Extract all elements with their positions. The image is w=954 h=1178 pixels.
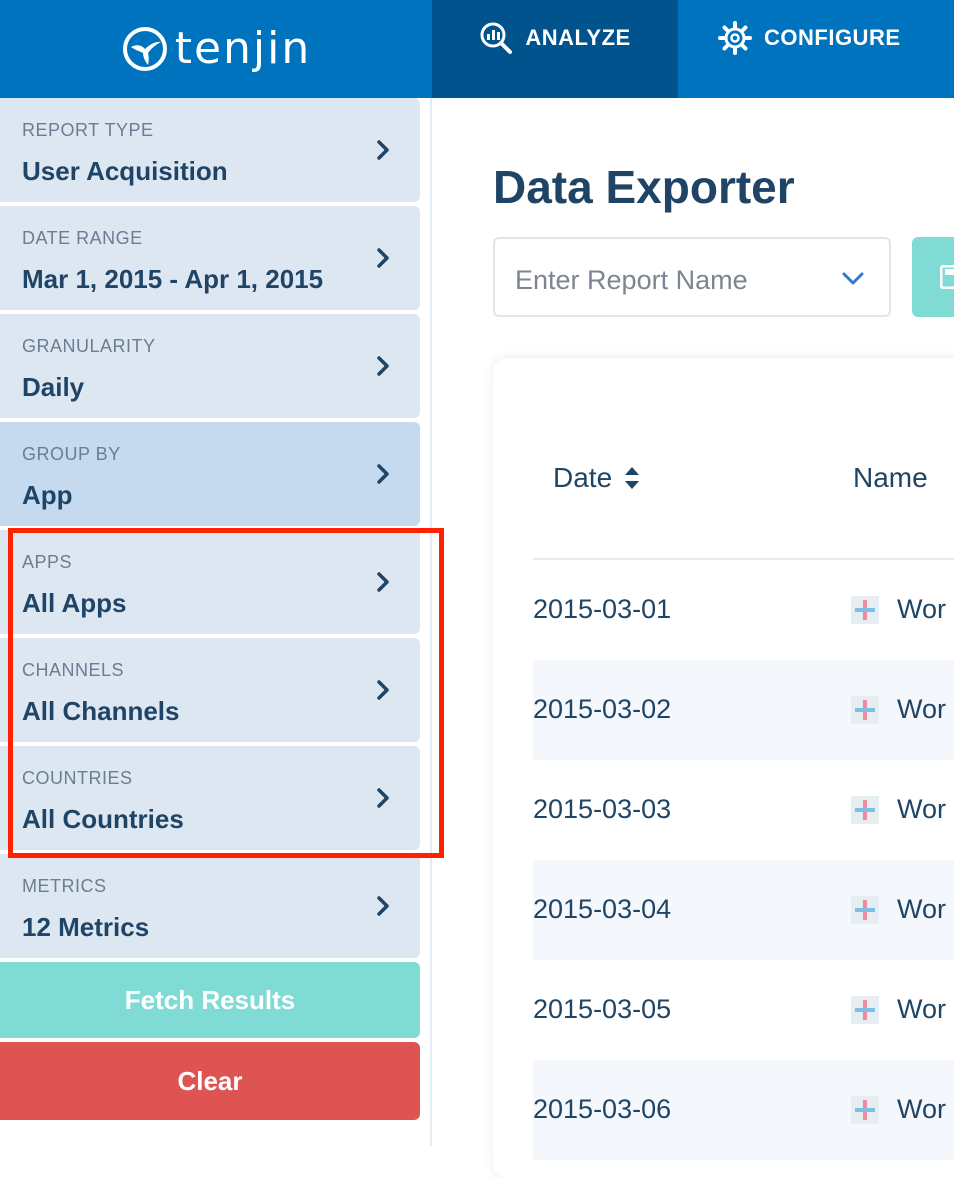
sort-icon[interactable] bbox=[624, 465, 640, 491]
tenjin-logo[interactable]: tenjin bbox=[0, 0, 432, 98]
filter-apps[interactable]: APPS All Apps bbox=[0, 530, 420, 634]
gear-icon bbox=[718, 21, 752, 55]
cell-date: 2015-03-06 bbox=[533, 1094, 672, 1124]
column-header-date-label: Date bbox=[553, 462, 613, 493]
column-header-name-label: Name bbox=[853, 462, 928, 493]
chevron-down-icon bbox=[842, 272, 864, 285]
cell-name-text: Wor bbox=[897, 994, 947, 1024]
table-row[interactable]: 2015-03-02 Wor bbox=[533, 660, 954, 760]
cell-name-text: Wor bbox=[897, 594, 947, 624]
app-icon bbox=[851, 595, 879, 624]
tab-configure[interactable]: CONFIGURE bbox=[678, 0, 954, 98]
chevron-right-icon bbox=[377, 788, 389, 808]
filter-label: DATE RANGE bbox=[22, 228, 143, 248]
results-table: Date Name 2015-03-01 Wor 2015-03-02 Wor … bbox=[493, 358, 954, 1178]
app-icon bbox=[851, 695, 879, 724]
cell-date: 2015-03-04 bbox=[533, 894, 672, 924]
filter-label: GROUP BY bbox=[22, 444, 121, 464]
filter-value: Daily bbox=[22, 372, 85, 402]
filter-countries[interactable]: COUNTRIES All Countries bbox=[0, 746, 420, 850]
filter-metrics[interactable]: METRICS 12 Metrics bbox=[0, 854, 420, 958]
save-icon bbox=[940, 265, 954, 289]
chevron-right-icon bbox=[377, 572, 389, 592]
filter-value: App bbox=[22, 480, 73, 510]
brand-name: tenjin bbox=[174, 23, 312, 74]
column-header-name[interactable]: Name bbox=[853, 462, 928, 494]
chevron-right-icon bbox=[377, 140, 389, 160]
cell-name-text: Wor bbox=[897, 694, 947, 724]
app-icon bbox=[851, 1095, 879, 1124]
table-row[interactable]: 2015-03-04 Wor bbox=[533, 860, 954, 960]
clear-button[interactable]: Clear bbox=[0, 1042, 420, 1120]
table-row[interactable]: 2015-03-03 Wor bbox=[533, 760, 954, 860]
cell-name: Wor bbox=[851, 794, 946, 825]
report-name-placeholder: Enter Report Name bbox=[515, 265, 748, 295]
tab-analyze[interactable]: ANALYZE bbox=[432, 0, 678, 98]
chevron-right-icon bbox=[377, 680, 389, 700]
fetch-results-button[interactable]: Fetch Results bbox=[0, 962, 420, 1038]
app-icon bbox=[851, 895, 879, 924]
logo-mark-icon bbox=[122, 27, 167, 71]
chevron-right-icon bbox=[377, 248, 389, 268]
filter-report-type[interactable]: REPORT TYPE User Acquisition bbox=[0, 98, 420, 202]
chevron-right-icon bbox=[377, 356, 389, 376]
filter-label: CHANNELS bbox=[22, 660, 125, 680]
analyze-icon bbox=[480, 22, 513, 54]
filter-value: 12 Metrics bbox=[22, 912, 150, 942]
filter-value: All Channels bbox=[22, 696, 180, 726]
cell-date: 2015-03-03 bbox=[533, 794, 672, 824]
filter-group-by[interactable]: GROUP BY App bbox=[0, 422, 420, 526]
chevron-right-icon bbox=[377, 896, 389, 916]
app-icon bbox=[851, 795, 879, 824]
filter-label: APPS bbox=[22, 552, 73, 572]
cell-name: Wor bbox=[851, 894, 946, 925]
cell-name: Wor bbox=[851, 694, 946, 725]
filter-channels[interactable]: CHANNELS All Channels bbox=[0, 638, 420, 742]
page-title: Data Exporter bbox=[493, 161, 795, 213]
filter-value: Mar 1, 2015 - Apr 1, 2015 bbox=[22, 264, 324, 294]
filter-label: REPORT TYPE bbox=[22, 120, 154, 140]
chevron-right-icon bbox=[377, 464, 389, 484]
cell-date: 2015-03-05 bbox=[533, 994, 672, 1024]
table-row[interactable]: 2015-03-06 Wor bbox=[533, 1060, 954, 1160]
filter-value: User Acquisition bbox=[22, 156, 228, 186]
cell-name-text: Wor bbox=[897, 794, 947, 824]
filter-granularity[interactable]: GRANULARITY Daily bbox=[0, 314, 420, 418]
filter-label: COUNTRIES bbox=[22, 768, 133, 788]
cell-name-text: Wor bbox=[897, 1094, 947, 1124]
save-report-button[interactable] bbox=[912, 237, 954, 317]
sidebar: REPORT TYPE User Acquisition DATE RANGE … bbox=[0, 98, 432, 1146]
cell-date: 2015-03-01 bbox=[533, 594, 672, 624]
filter-date-range[interactable]: DATE RANGE Mar 1, 2015 - Apr 1, 2015 bbox=[0, 206, 420, 310]
cell-name: Wor bbox=[851, 594, 946, 625]
tab-analyze-label: ANALYZE bbox=[525, 25, 631, 50]
cell-date: 2015-03-02 bbox=[533, 694, 672, 724]
column-header-date[interactable]: Date bbox=[553, 462, 640, 494]
tab-configure-label: CONFIGURE bbox=[764, 25, 901, 50]
filter-label: GRANULARITY bbox=[22, 336, 156, 356]
app-icon bbox=[851, 995, 879, 1024]
table-row[interactable]: 2015-03-05 Wor bbox=[533, 960, 954, 1060]
filter-value: All Apps bbox=[22, 588, 127, 618]
top-nav-bar: tenjin ANALYZE CONFIGURE bbox=[0, 0, 954, 98]
cell-name-text: Wor bbox=[897, 894, 947, 924]
cell-name: Wor bbox=[851, 994, 946, 1025]
filter-value: All Countries bbox=[22, 804, 184, 834]
filter-label: METRICS bbox=[22, 876, 107, 896]
cell-name: Wor bbox=[851, 1094, 946, 1125]
report-name-select[interactable]: Enter Report Name bbox=[493, 237, 891, 317]
table-row[interactable]: 2015-03-01 Wor bbox=[533, 560, 954, 660]
